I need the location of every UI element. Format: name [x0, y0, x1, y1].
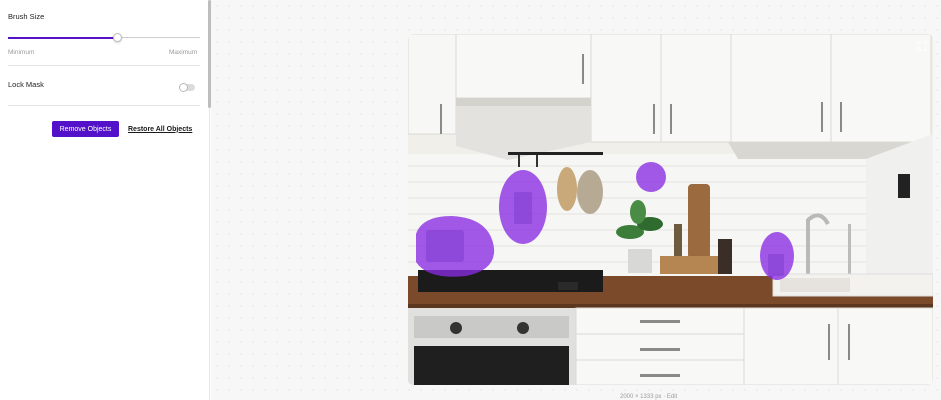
kitchen-photo	[408, 34, 933, 385]
lock-mask-toggle[interactable]	[179, 83, 195, 92]
expand-icon[interactable]	[915, 39, 929, 53]
slider-min-label: Minimum	[8, 49, 35, 56]
kitchen-photo-canvas[interactable]	[408, 34, 933, 385]
divider	[8, 105, 200, 106]
restore-all-objects-button[interactable]: Restore All Objects	[128, 121, 192, 137]
brush-size-slider-thumb[interactable]	[112, 33, 122, 42]
brush-size-label: Brush Size	[8, 12, 45, 21]
image-caption: 2000 × 1333 px · Edit	[620, 394, 678, 400]
remove-objects-button[interactable]: Remove Objects	[52, 121, 119, 137]
slider-max-label: Maximum	[169, 49, 198, 56]
lock-mask-toggle-knob	[179, 83, 188, 92]
divider	[8, 65, 200, 66]
lock-mask-label: Lock Mask	[8, 80, 44, 89]
brush-size-slider-fill	[8, 36, 118, 39]
settings-panel: Brush Size Minimum Maximum Lock Mask Rem…	[0, 0, 210, 400]
brush-size-slider[interactable]	[8, 33, 200, 42]
